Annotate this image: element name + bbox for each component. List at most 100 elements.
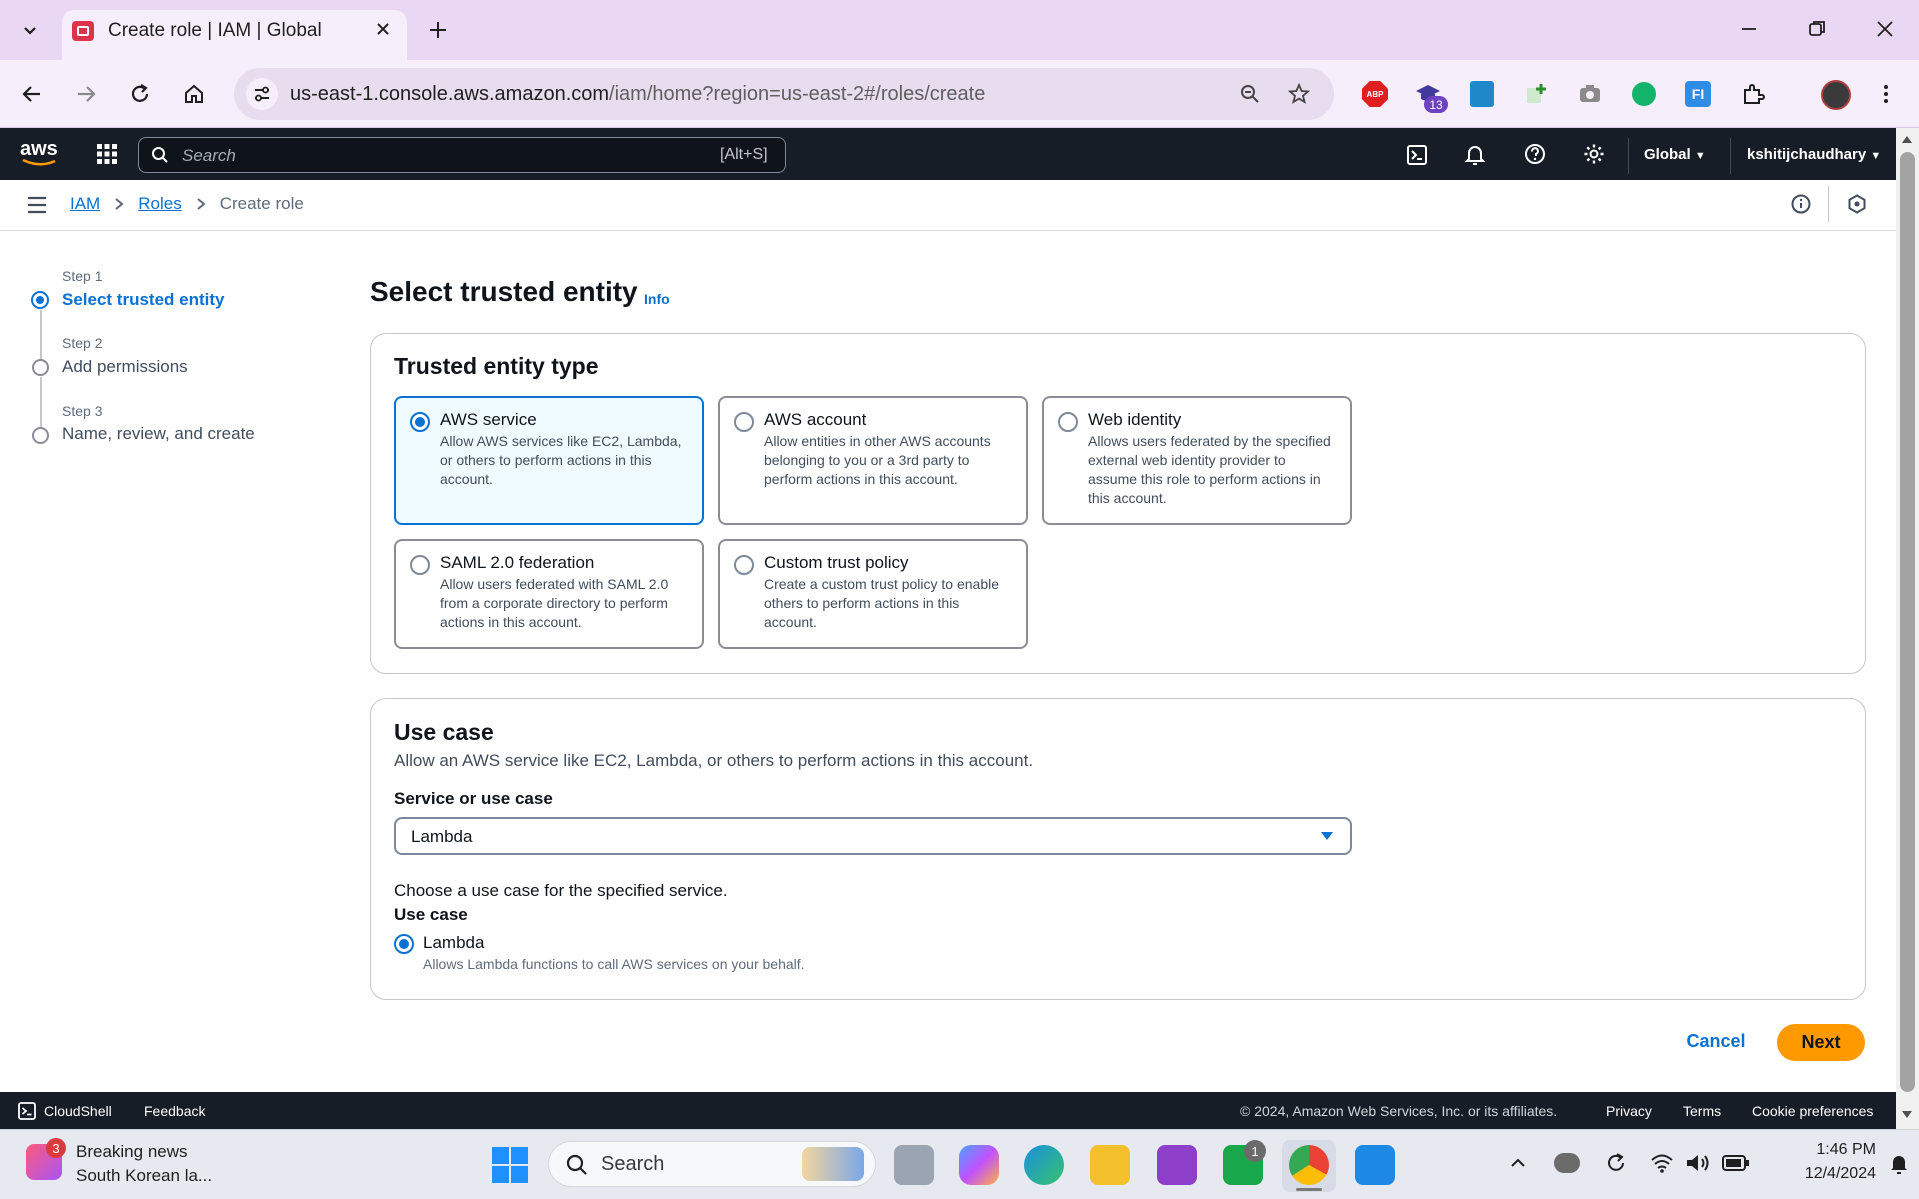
reload-icon[interactable] <box>128 82 152 106</box>
window-close-icon[interactable] <box>1874 18 1896 40</box>
chrome-icon[interactable] <box>1289 1145 1329 1185</box>
tile-web-identity[interactable]: Web identity Allows users federated by t… <box>1042 396 1352 525</box>
tile-aws-account[interactable]: AWS account Allow entities in other AWS … <box>718 396 1028 525</box>
fi-extension-icon[interactable]: FI <box>1685 81 1711 107</box>
wifi-icon[interactable] <box>1650 1152 1674 1174</box>
cloudshell-footer-icon[interactable] <box>18 1102 36 1120</box>
scrollbar-thumb[interactable] <box>1900 152 1915 1092</box>
vscode-icon[interactable] <box>1355 1145 1395 1185</box>
cloudshell-icon[interactable] <box>1406 144 1428 166</box>
cancel-button[interactable]: Cancel <box>1674 1023 1758 1059</box>
translate-extension-icon[interactable] <box>1470 81 1494 107</box>
notification-center-bell-icon[interactable] <box>1888 1152 1910 1176</box>
onedrive-icon[interactable] <box>1554 1153 1580 1173</box>
cloudshell-link[interactable]: CloudShell <box>44 1103 112 1119</box>
tile-title: Custom trust policy <box>764 553 909 572</box>
radio-aws-service[interactable] <box>410 412 430 432</box>
service-label: Service or use case <box>394 789 553 808</box>
aws-logo[interactable]: aws <box>20 138 58 161</box>
news-subtitle: South Korean la... <box>76 1166 213 1185</box>
services-grid-icon[interactable] <box>96 143 118 165</box>
forward-arrow-icon[interactable] <box>74 82 98 106</box>
radio-web-identity[interactable] <box>1058 412 1078 432</box>
tile-aws-service[interactable]: AWS service Allow AWS services like EC2,… <box>394 396 704 525</box>
step-connector <box>40 310 42 362</box>
tab-list-chevron-icon[interactable] <box>12 12 48 48</box>
breadcrumb-roles[interactable]: Roles <box>138 194 181 214</box>
battery-icon[interactable] <box>1722 1154 1750 1172</box>
radio-saml-federation[interactable] <box>410 555 430 575</box>
info-link[interactable]: Info <box>644 291 670 307</box>
adblock-extension-icon[interactable]: ABP <box>1362 81 1388 107</box>
radio-aws-account[interactable] <box>734 412 754 432</box>
step-2-name: Add permissions <box>62 357 188 376</box>
notifications-bell-icon[interactable] <box>1464 143 1486 167</box>
region-selector[interactable]: Global ▼ <box>1644 146 1706 163</box>
copilot-icon[interactable] <box>959 1145 999 1185</box>
site-info-icon[interactable] <box>246 78 278 110</box>
browser-menu-icon[interactable] <box>1878 82 1894 106</box>
windows-start-icon[interactable] <box>492 1147 528 1183</box>
extensions-puzzle-icon[interactable] <box>1741 82 1765 106</box>
search-highlight-image <box>802 1147 864 1181</box>
scroll-down-arrow-icon[interactable] <box>1901 1110 1913 1120</box>
scroll-up-arrow-icon[interactable] <box>1901 134 1913 144</box>
next-button[interactable]: Next <box>1777 1024 1865 1061</box>
tile-custom-trust-policy[interactable]: Custom trust policy Create a custom trus… <box>718 539 1028 649</box>
breadcrumb-iam[interactable]: IAM <box>70 194 100 214</box>
profile-avatar[interactable] <box>1821 80 1851 110</box>
bookmark-star-icon[interactable] <box>1287 82 1311 106</box>
sync-extension-icon[interactable] <box>1632 82 1656 106</box>
copyright-text: © 2024, Amazon Web Services, Inc. or its… <box>1240 1103 1558 1119</box>
account-menu[interactable]: kshitijchaudhary ▼ <box>1747 146 1881 163</box>
clock-time[interactable]: 1:46 PM <box>1770 1141 1876 1159</box>
nav-divider <box>1730 138 1731 174</box>
trusted-entity-heading: Trusted entity type <box>394 353 599 379</box>
sync-status-icon[interactable] <box>1604 1151 1628 1175</box>
home-icon[interactable] <box>182 82 206 106</box>
volume-icon[interactable] <box>1685 1152 1711 1174</box>
back-arrow-icon[interactable] <box>20 82 44 106</box>
tile-description: Allow AWS services like EC2, Lambda, or … <box>440 433 682 487</box>
tile-description: Allows users federated by the specified … <box>1088 433 1331 506</box>
add-page-extension-icon[interactable] <box>1524 82 1548 106</box>
tile-saml-federation[interactable]: SAML 2.0 federation Allow users federate… <box>394 539 704 649</box>
clock-date[interactable]: 12/4/2024 <box>1770 1165 1876 1183</box>
info-panel-icon[interactable] <box>1791 194 1811 214</box>
step-3-name: Name, review, and create <box>62 424 255 443</box>
window-restore-icon[interactable] <box>1806 18 1828 40</box>
tile-description: Create a custom trust policy to enable o… <box>764 576 1000 630</box>
settings-gear-icon[interactable] <box>1583 143 1605 165</box>
zoom-magnifier-icon[interactable] <box>1238 82 1262 106</box>
window-minimize-icon[interactable] <box>1738 18 1760 40</box>
new-tab-plus-icon[interactable] <box>426 18 450 42</box>
app-purple-icon[interactable] <box>1157 1145 1197 1185</box>
step-1-name[interactable]: Select trusted entity <box>62 290 225 310</box>
url-text: us-east-1.console.aws.amazon.com/iam/hom… <box>290 83 986 105</box>
radio-lambda[interactable] <box>394 934 414 954</box>
task-view-icon[interactable] <box>894 1145 934 1185</box>
tile-description: Allow entities in other AWS accounts bel… <box>764 433 991 487</box>
tile-description: Allow users federated with SAML 2.0 from… <box>440 576 669 630</box>
step-3-indicator <box>32 427 49 444</box>
file-explorer-icon[interactable] <box>1090 1145 1130 1185</box>
camera-extension-icon[interactable] <box>1578 83 1602 105</box>
step-2-indicator <box>32 359 49 376</box>
show-hidden-icons-chevron-icon[interactable] <box>1508 1153 1528 1173</box>
breadcrumb-current: Create role <box>219 194 304 213</box>
step-1-indicator <box>31 291 49 309</box>
tab-close-icon[interactable] <box>372 18 394 40</box>
news-title[interactable]: Breaking news <box>76 1142 188 1162</box>
cookie-preferences-link[interactable]: Cookie preferences <box>1752 1103 1873 1119</box>
step-1-label: Step 1 <box>62 268 103 284</box>
lambda-option-title[interactable]: Lambda <box>423 933 484 953</box>
help-icon[interactable] <box>1524 143 1546 165</box>
privacy-link[interactable]: Privacy <box>1606 1103 1652 1119</box>
radio-custom-trust-policy[interactable] <box>734 555 754 575</box>
feedback-link[interactable]: Feedback <box>144 1103 205 1119</box>
terms-link[interactable]: Terms <box>1683 1103 1721 1119</box>
edge-browser-icon[interactable] <box>1024 1145 1064 1185</box>
hexagon-settings-icon[interactable] <box>1847 194 1867 214</box>
hamburger-menu-icon[interactable] <box>26 196 48 214</box>
service-select[interactable]: Lambda <box>394 817 1352 855</box>
